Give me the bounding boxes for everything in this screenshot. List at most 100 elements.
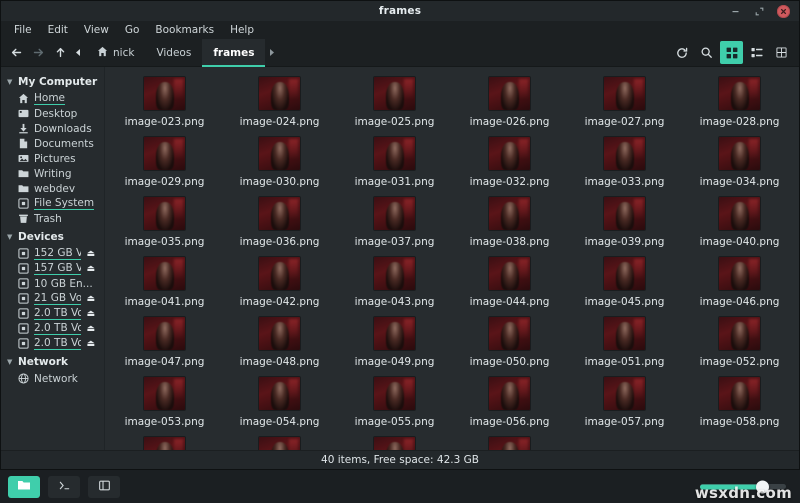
breadcrumb-item-frames[interactable]: frames [202, 38, 266, 67]
menu-view[interactable]: View [76, 22, 117, 39]
sidebar-item-device-2[interactable]: 10 GB En... [1, 276, 104, 291]
file-name: image-045.png [584, 296, 665, 308]
sidebar-item-device-6[interactable]: 2.0 TB Vol... ⏏ [1, 336, 104, 351]
menu-edit[interactable]: Edit [40, 22, 76, 39]
file-grid-area[interactable]: image-023.png image-024.png image-025.png i… [105, 67, 799, 450]
file-item[interactable]: image-044.png [452, 253, 567, 313]
breadcrumb-label-nick: nick [113, 46, 135, 59]
maximize-button[interactable] [753, 5, 766, 18]
file-item[interactable]: image-025.png [337, 73, 452, 133]
file-item[interactable]: image-042.png [222, 253, 337, 313]
file-item[interactable]: image-049.png [337, 313, 452, 373]
file-item[interactable]: image-029.png [107, 133, 222, 193]
file-item[interactable]: image-061.png [337, 433, 452, 450]
sidebar-item-documents[interactable]: Documents [1, 136, 104, 151]
file-item[interactable]: image-041.png [107, 253, 222, 313]
file-item[interactable]: image-035.png [107, 193, 222, 253]
menu-go[interactable]: Go [117, 22, 148, 39]
file-item[interactable]: image-043.png [337, 253, 452, 313]
file-item[interactable]: image-054.png [222, 373, 337, 433]
file-item[interactable]: image-038.png [452, 193, 567, 253]
sidebar-item-desktop[interactable]: Desktop [1, 106, 104, 121]
icon-view-icon[interactable] [720, 41, 743, 64]
file-item[interactable]: image-033.png [567, 133, 682, 193]
file-item[interactable]: image-052.png [682, 313, 797, 373]
menu-file[interactable]: File [6, 22, 40, 39]
file-item[interactable]: image-045.png [567, 253, 682, 313]
sidebar-item-device-3[interactable]: 21 GB Vol... ⏏ [1, 291, 104, 306]
minimize-button[interactable] [729, 5, 742, 18]
taskbar-file-manager-button[interactable] [8, 475, 40, 498]
eject-icon[interactable]: ⏏ [86, 264, 100, 274]
file-item[interactable]: image-026.png [452, 73, 567, 133]
sidebar-item-webdev[interactable]: webdev [1, 181, 104, 196]
list-view-icon[interactable] [745, 41, 768, 64]
file-item[interactable]: image-031.png [337, 133, 452, 193]
forward-icon[interactable] [27, 42, 49, 64]
file-item[interactable]: image-056.png [452, 373, 567, 433]
sidebar-group-devices[interactable]: ▼ Devices [1, 228, 104, 246]
breadcrumb-next-icon[interactable] [265, 48, 279, 57]
previous-crumb-icon[interactable] [71, 42, 85, 64]
breadcrumb-item-videos[interactable]: Videos [145, 39, 202, 67]
sidebar-item-network[interactable]: Network [1, 371, 104, 386]
file-item[interactable]: image-060.png [222, 433, 337, 450]
sidebar-item-device-5[interactable]: 2.0 TB Vol... ⏏ [1, 321, 104, 336]
menu-help[interactable]: Help [222, 22, 262, 39]
file-item[interactable]: image-057.png [567, 373, 682, 433]
sidebar-scrollbar[interactable] [101, 67, 104, 450]
up-icon[interactable] [49, 42, 71, 64]
title-bar[interactable]: frames [1, 1, 799, 22]
compact-view-icon[interactable] [770, 41, 793, 64]
file-thumbnail [144, 257, 185, 290]
file-item[interactable]: image-036.png [222, 193, 337, 253]
file-thumbnail [374, 257, 415, 290]
sidebar-item-device-0[interactable]: 152 GB V... ⏏ [1, 246, 104, 261]
back-icon[interactable] [5, 42, 27, 64]
menu-bookmarks[interactable]: Bookmarks [147, 22, 222, 39]
sidebar-item-pictures[interactable]: Pictures [1, 151, 104, 166]
file-item[interactable]: image-047.png [107, 313, 222, 373]
eject-icon[interactable]: ⏏ [86, 324, 100, 334]
search-icon[interactable] [695, 41, 718, 64]
sidebar-item-device-4[interactable]: 2.0 TB Vol... ⏏ [1, 306, 104, 321]
file-item[interactable]: image-024.png [222, 73, 337, 133]
file-item[interactable]: image-055.png [337, 373, 452, 433]
file-item[interactable]: image-023.png [107, 73, 222, 133]
eject-icon[interactable]: ⏏ [86, 294, 100, 304]
taskbar-window-button[interactable] [88, 475, 120, 498]
file-item[interactable]: image-058.png [682, 373, 797, 433]
reload-icon[interactable] [670, 41, 693, 64]
eject-icon[interactable]: ⏏ [86, 309, 100, 319]
file-manager-icon [17, 478, 31, 495]
taskbar-terminal-button[interactable] [48, 475, 80, 498]
eject-icon[interactable]: ⏏ [86, 339, 100, 349]
file-item[interactable]: image-062.png [452, 433, 567, 450]
file-item[interactable]: image-050.png [452, 313, 567, 373]
file-item[interactable]: image-053.png [107, 373, 222, 433]
sidebar-item-writing[interactable]: Writing [1, 166, 104, 181]
sidebar-item-home[interactable]: Home [1, 91, 104, 106]
file-item[interactable]: image-027.png [567, 73, 682, 133]
eject-icon[interactable]: ⏏ [86, 249, 100, 259]
file-item[interactable]: image-039.png [567, 193, 682, 253]
sidebar-group-network[interactable]: ▼ Network [1, 353, 104, 371]
file-item[interactable]: image-059.png [107, 433, 222, 450]
drive-icon [18, 308, 29, 319]
file-item[interactable]: image-034.png [682, 133, 797, 193]
file-item[interactable]: image-048.png [222, 313, 337, 373]
file-item[interactable]: image-046.png [682, 253, 797, 313]
sidebar-item-device-1[interactable]: 157 GB V... ⏏ [1, 261, 104, 276]
sidebar-group-my-computer[interactable]: ▼ My Computer [1, 73, 104, 91]
file-item[interactable]: image-030.png [222, 133, 337, 193]
sidebar-item-trash[interactable]: Trash [1, 211, 104, 226]
sidebar-item-file-system[interactable]: File System [1, 196, 104, 211]
file-item[interactable]: image-032.png [452, 133, 567, 193]
file-item[interactable]: image-051.png [567, 313, 682, 373]
file-item[interactable]: image-040.png [682, 193, 797, 253]
close-button[interactable] [777, 4, 790, 18]
file-item[interactable]: image-028.png [682, 73, 797, 133]
breadcrumb-item-nick[interactable]: nick [89, 39, 145, 67]
sidebar-item-downloads[interactable]: Downloads [1, 121, 104, 136]
file-item[interactable]: image-037.png [337, 193, 452, 253]
